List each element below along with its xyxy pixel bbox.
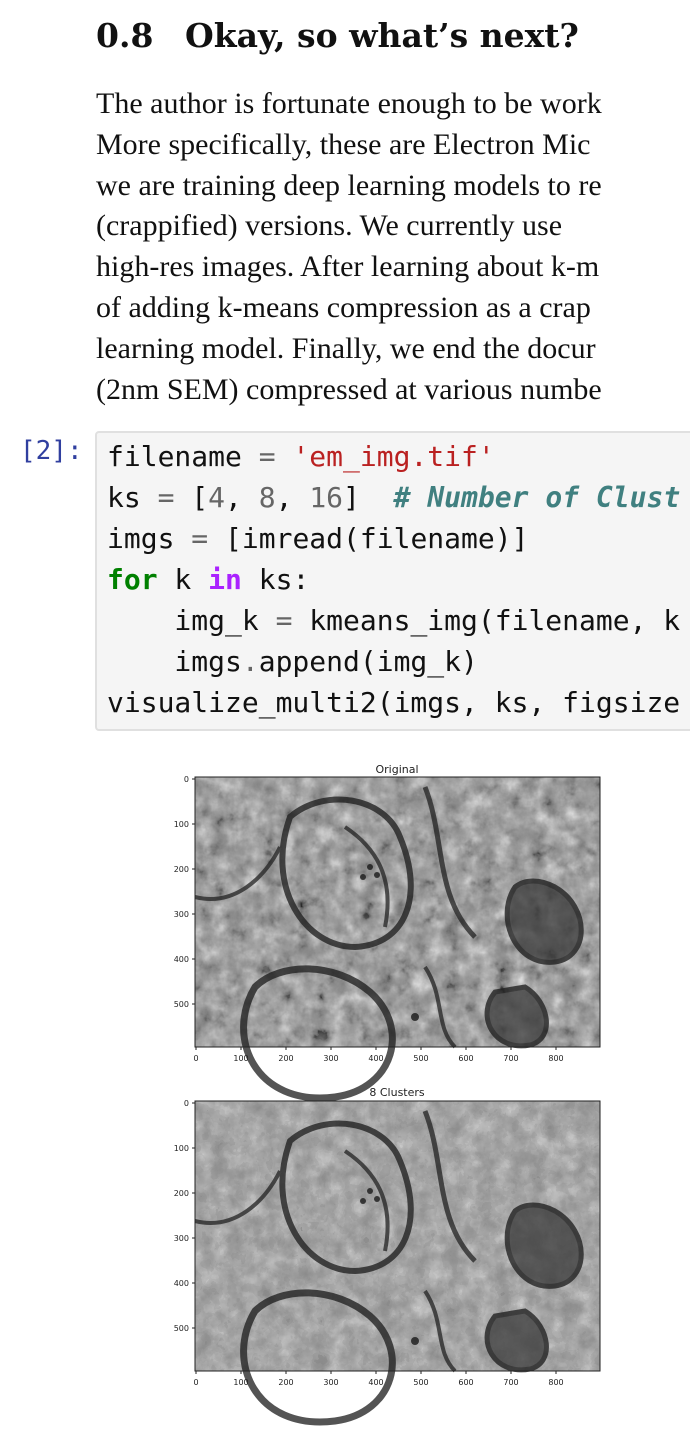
y-tick-label: 500: [174, 1000, 189, 1009]
x-tick-label: 300: [323, 1054, 338, 1063]
figure-1-y-axis: 0 100 200 300 400 500: [174, 775, 195, 1009]
x-tick-label: 200: [278, 1378, 293, 1387]
y-tick-label: 100: [174, 1144, 189, 1153]
x-tick-label: 700: [503, 1378, 518, 1387]
x-tick-label: 400: [368, 1054, 383, 1063]
x-tick-label: 400: [368, 1378, 383, 1387]
y-tick-label: 200: [174, 865, 189, 874]
x-tick-label: 200: [278, 1054, 293, 1063]
y-tick-label: 300: [174, 1234, 189, 1243]
figure-2-image: [195, 1101, 600, 1422]
y-tick-label: 100: [174, 820, 189, 829]
x-tick-label: 100: [233, 1378, 248, 1387]
x-tick-label: 300: [323, 1378, 338, 1387]
x-tick-label: 700: [503, 1054, 518, 1063]
x-tick-label: 600: [458, 1378, 473, 1387]
x-tick-label: 0: [193, 1054, 198, 1063]
y-tick-label: 400: [174, 955, 189, 964]
x-tick-label: 0: [193, 1378, 198, 1387]
x-tick-label: 500: [413, 1378, 428, 1387]
figure-1-title: Original: [375, 763, 418, 776]
y-tick-label: 200: [174, 1189, 189, 1198]
x-tick-label: 800: [548, 1378, 563, 1387]
y-tick-label: 500: [174, 1324, 189, 1333]
x-tick-label: 100: [233, 1054, 248, 1063]
output-figure: Original 0 100 200 300 400 500 0 100 200…: [174, 763, 601, 1432]
figure-1-image: [195, 777, 600, 1098]
y-tick-label: 400: [174, 1279, 189, 1288]
x-tick-label: 600: [458, 1054, 473, 1063]
figure-2-title: 8 Clusters: [369, 1086, 425, 1099]
y-tick-label: 0: [184, 775, 189, 784]
y-tick-label: 0: [184, 1099, 189, 1108]
x-tick-label: 500: [413, 1054, 428, 1063]
y-tick-label: 300: [174, 910, 189, 919]
x-tick-label: 800: [548, 1054, 563, 1063]
figure-2-y-axis: 0 100 200 300 400 500: [174, 1099, 195, 1333]
